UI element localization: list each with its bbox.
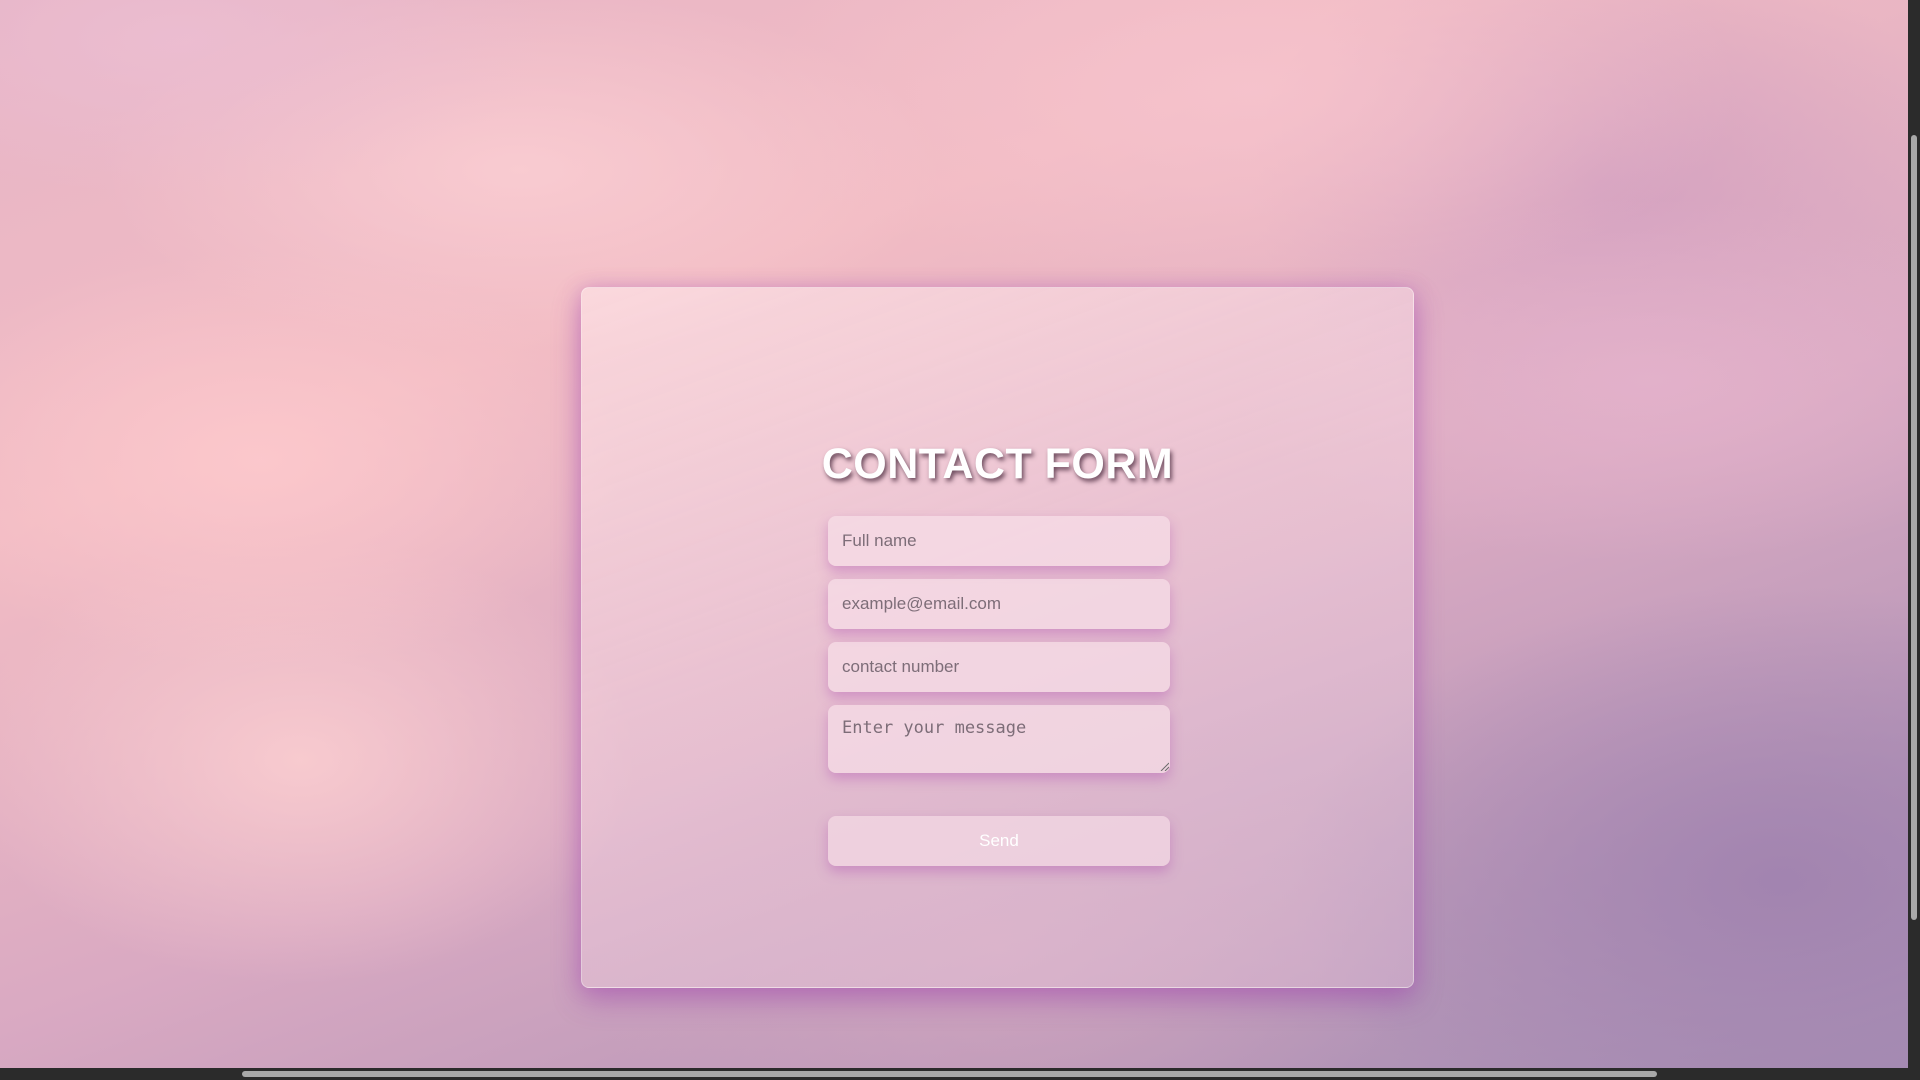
send-button[interactable]: Send [828,816,1170,866]
full-name-input[interactable] [828,516,1170,566]
contact-number-input[interactable] [828,642,1170,692]
email-input[interactable] [828,579,1170,629]
form-title: CONTACT FORM [821,440,1174,488]
horizontal-scrollbar-thumb[interactable] [242,1071,1657,1077]
horizontal-scrollbar[interactable] [0,1068,1920,1080]
contact-form-card: CONTACT FORM Send [581,287,1414,988]
vertical-scrollbar[interactable] [1908,0,1920,1068]
resize-handle-icon[interactable] [1159,761,1169,771]
message-textarea[interactable] [828,705,1170,773]
vertical-scrollbar-thumb[interactable] [1911,135,1917,920]
